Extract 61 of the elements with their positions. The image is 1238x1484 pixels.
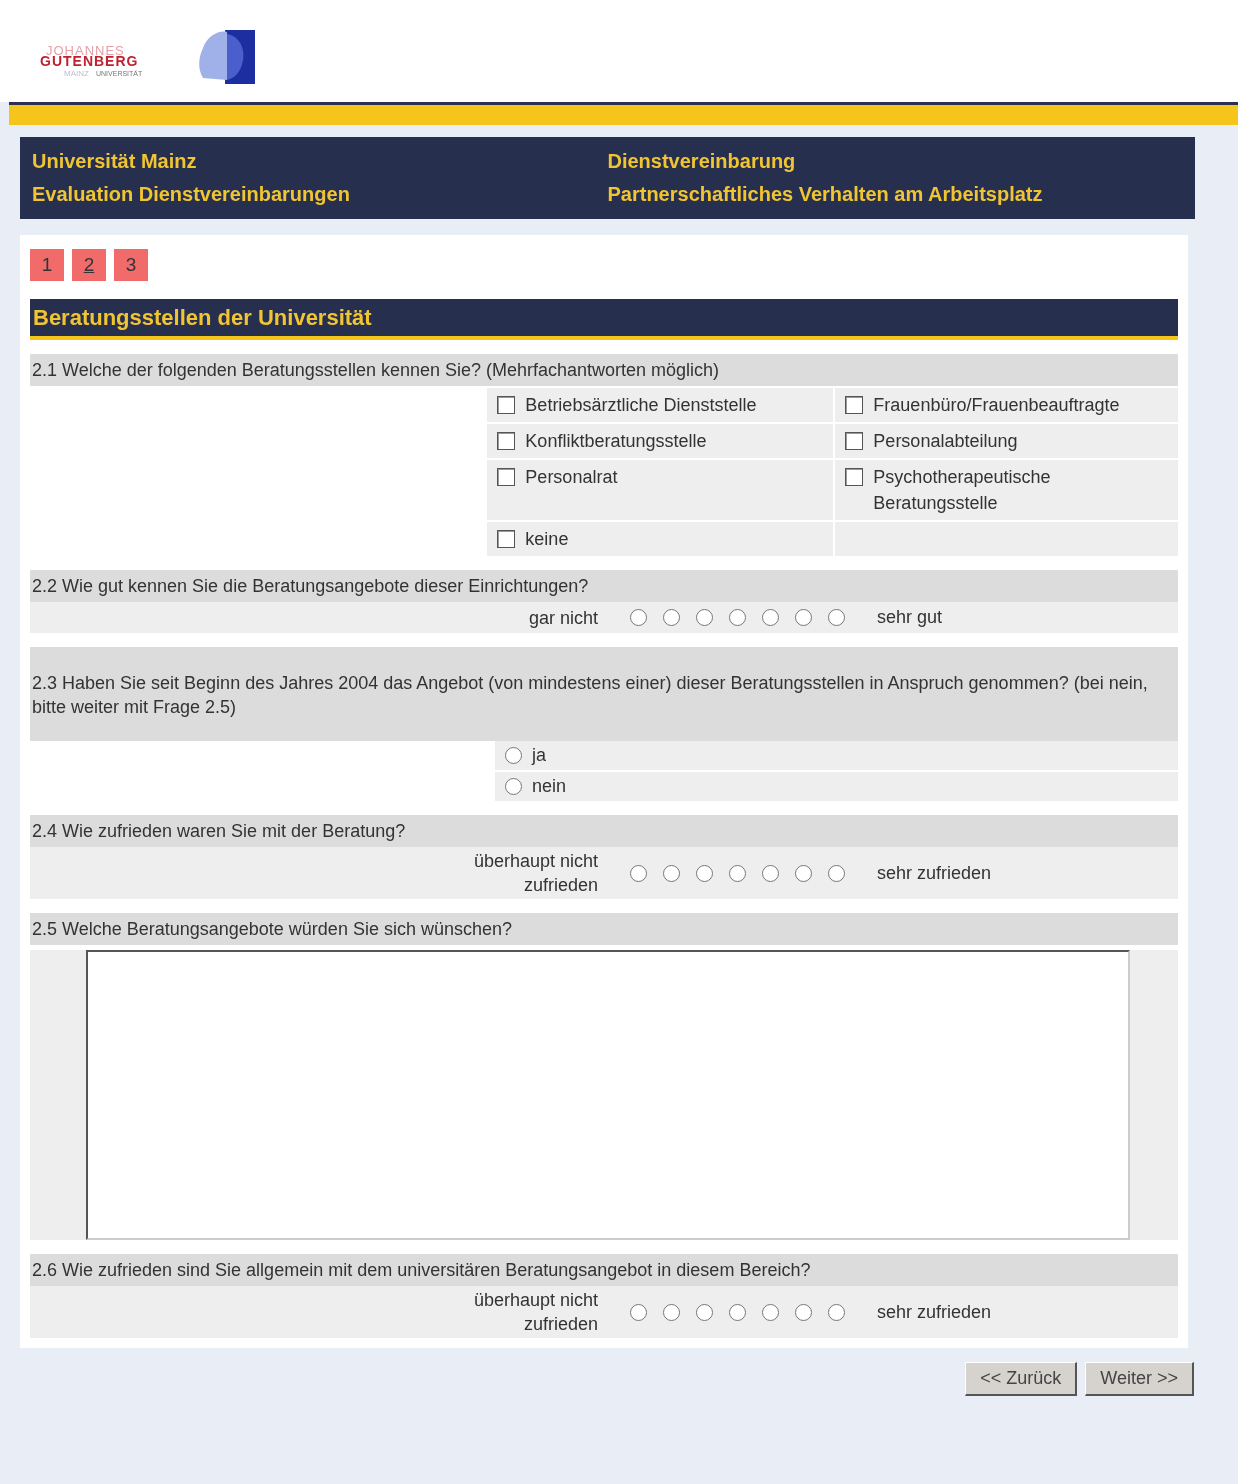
checkbox[interactable] <box>845 396 864 414</box>
option-label: Frauenbüro/Frauenbeauftragte <box>873 394 1120 417</box>
radio-button[interactable] <box>795 609 812 626</box>
checkbox[interactable] <box>845 432 864 450</box>
section-title: Beratungsstellen der Universität <box>30 299 1178 340</box>
radio-button[interactable] <box>729 1303 746 1321</box>
option-label: Psychotherapeutische Beratungsstelle <box>873 466 1052 515</box>
scale-label: überhaupt nicht zufrieden <box>472 1289 598 1336</box>
scale-label: sehr gut <box>877 607 943 627</box>
option-label: Konfliktberatungsstelle <box>525 430 707 453</box>
radio-button[interactable] <box>663 1303 680 1321</box>
radio-button[interactable] <box>696 609 713 626</box>
question-text: 2.4 Wie zufrieden waren Sie mit der Beratung? <box>30 815 1178 847</box>
radio-button[interactable] <box>696 864 713 882</box>
option-label: Betriebsärztliche Dienststelle <box>525 394 757 417</box>
header-title: Partnerschaftliches Verhalten am Arbeitsplatz <box>607 182 1044 207</box>
radio-button[interactable] <box>696 1303 713 1321</box>
checkbox[interactable] <box>497 432 516 450</box>
page-button[interactable]: 3 <box>114 249 148 281</box>
nav-button[interactable]: Weiter >> <box>1085 1362 1194 1396</box>
radio-button[interactable] <box>663 609 680 626</box>
header-title: Universität Mainz <box>32 149 198 174</box>
option-label: keine <box>525 528 569 551</box>
radio-button[interactable] <box>729 609 746 626</box>
radio-button[interactable] <box>828 864 845 882</box>
radio-button[interactable] <box>630 864 647 882</box>
radio-button[interactable] <box>795 864 812 882</box>
radio-button[interactable] <box>505 778 522 795</box>
radio-button[interactable] <box>828 609 845 626</box>
scale-label: gar nicht <box>528 606 598 630</box>
option-label: Personalabteilung <box>873 430 1018 453</box>
question-text: 2.6 Wie zufrieden sind Sie allgemein mit dem universitären Beratungsangebot in diesem Bereich? <box>30 1254 1178 1286</box>
radio-button[interactable] <box>762 864 779 882</box>
option-label: Personalrat <box>525 466 618 489</box>
radio-button[interactable] <box>762 609 779 626</box>
radio-button[interactable] <box>729 864 746 882</box>
scale-label: sehr zufrieden <box>877 1301 992 1322</box>
nav-button[interactable]: << Zurück <box>965 1362 1078 1396</box>
checkbox[interactable] <box>845 468 864 486</box>
scale-label: sehr zufrieden <box>877 862 992 883</box>
option-label: ja <box>532 744 546 767</box>
page-button[interactable]: 2 <box>72 249 106 281</box>
checkbox[interactable] <box>497 530 516 548</box>
scale-label: überhaupt nicht zufrieden <box>472 850 598 897</box>
question-text: 2.5 Welche Beratungsangebote würden Sie sich wünschen? <box>30 913 1178 945</box>
radio-button[interactable] <box>795 1303 812 1321</box>
question-text: 2.2 Wie gut kennen Sie die Beratungsangebote dieser Einrichtungen? <box>30 570 1178 602</box>
radio-button[interactable] <box>828 1303 845 1321</box>
checkbox[interactable] <box>497 396 516 414</box>
question-text: 2.3 Haben Sie seit Beginn des Jahres 2004 das Angebot (von mindestens einer) dieser Beratungsstellen in Anspruch genommen? (bei nein, bitte weiter mit Frage 2.5) <box>30 647 1178 741</box>
header-title: Evaluation Dienstvereinbarungen <box>32 182 351 207</box>
question-text: 2.1 Welche der folgenden Beratungsstellen kennen Sie? (Mehrfachantworten möglich) <box>30 354 1178 386</box>
checkbox[interactable] <box>497 468 516 486</box>
radio-button[interactable] <box>663 864 680 882</box>
radio-button[interactable] <box>630 609 647 626</box>
option-label: nein <box>532 775 567 798</box>
radio-button[interactable] <box>505 747 522 764</box>
radio-button[interactable] <box>762 1303 779 1321</box>
radio-button[interactable] <box>630 1303 647 1321</box>
header-title: Dienstvereinbarung <box>607 149 797 174</box>
page-button[interactable]: 1 <box>30 249 64 281</box>
